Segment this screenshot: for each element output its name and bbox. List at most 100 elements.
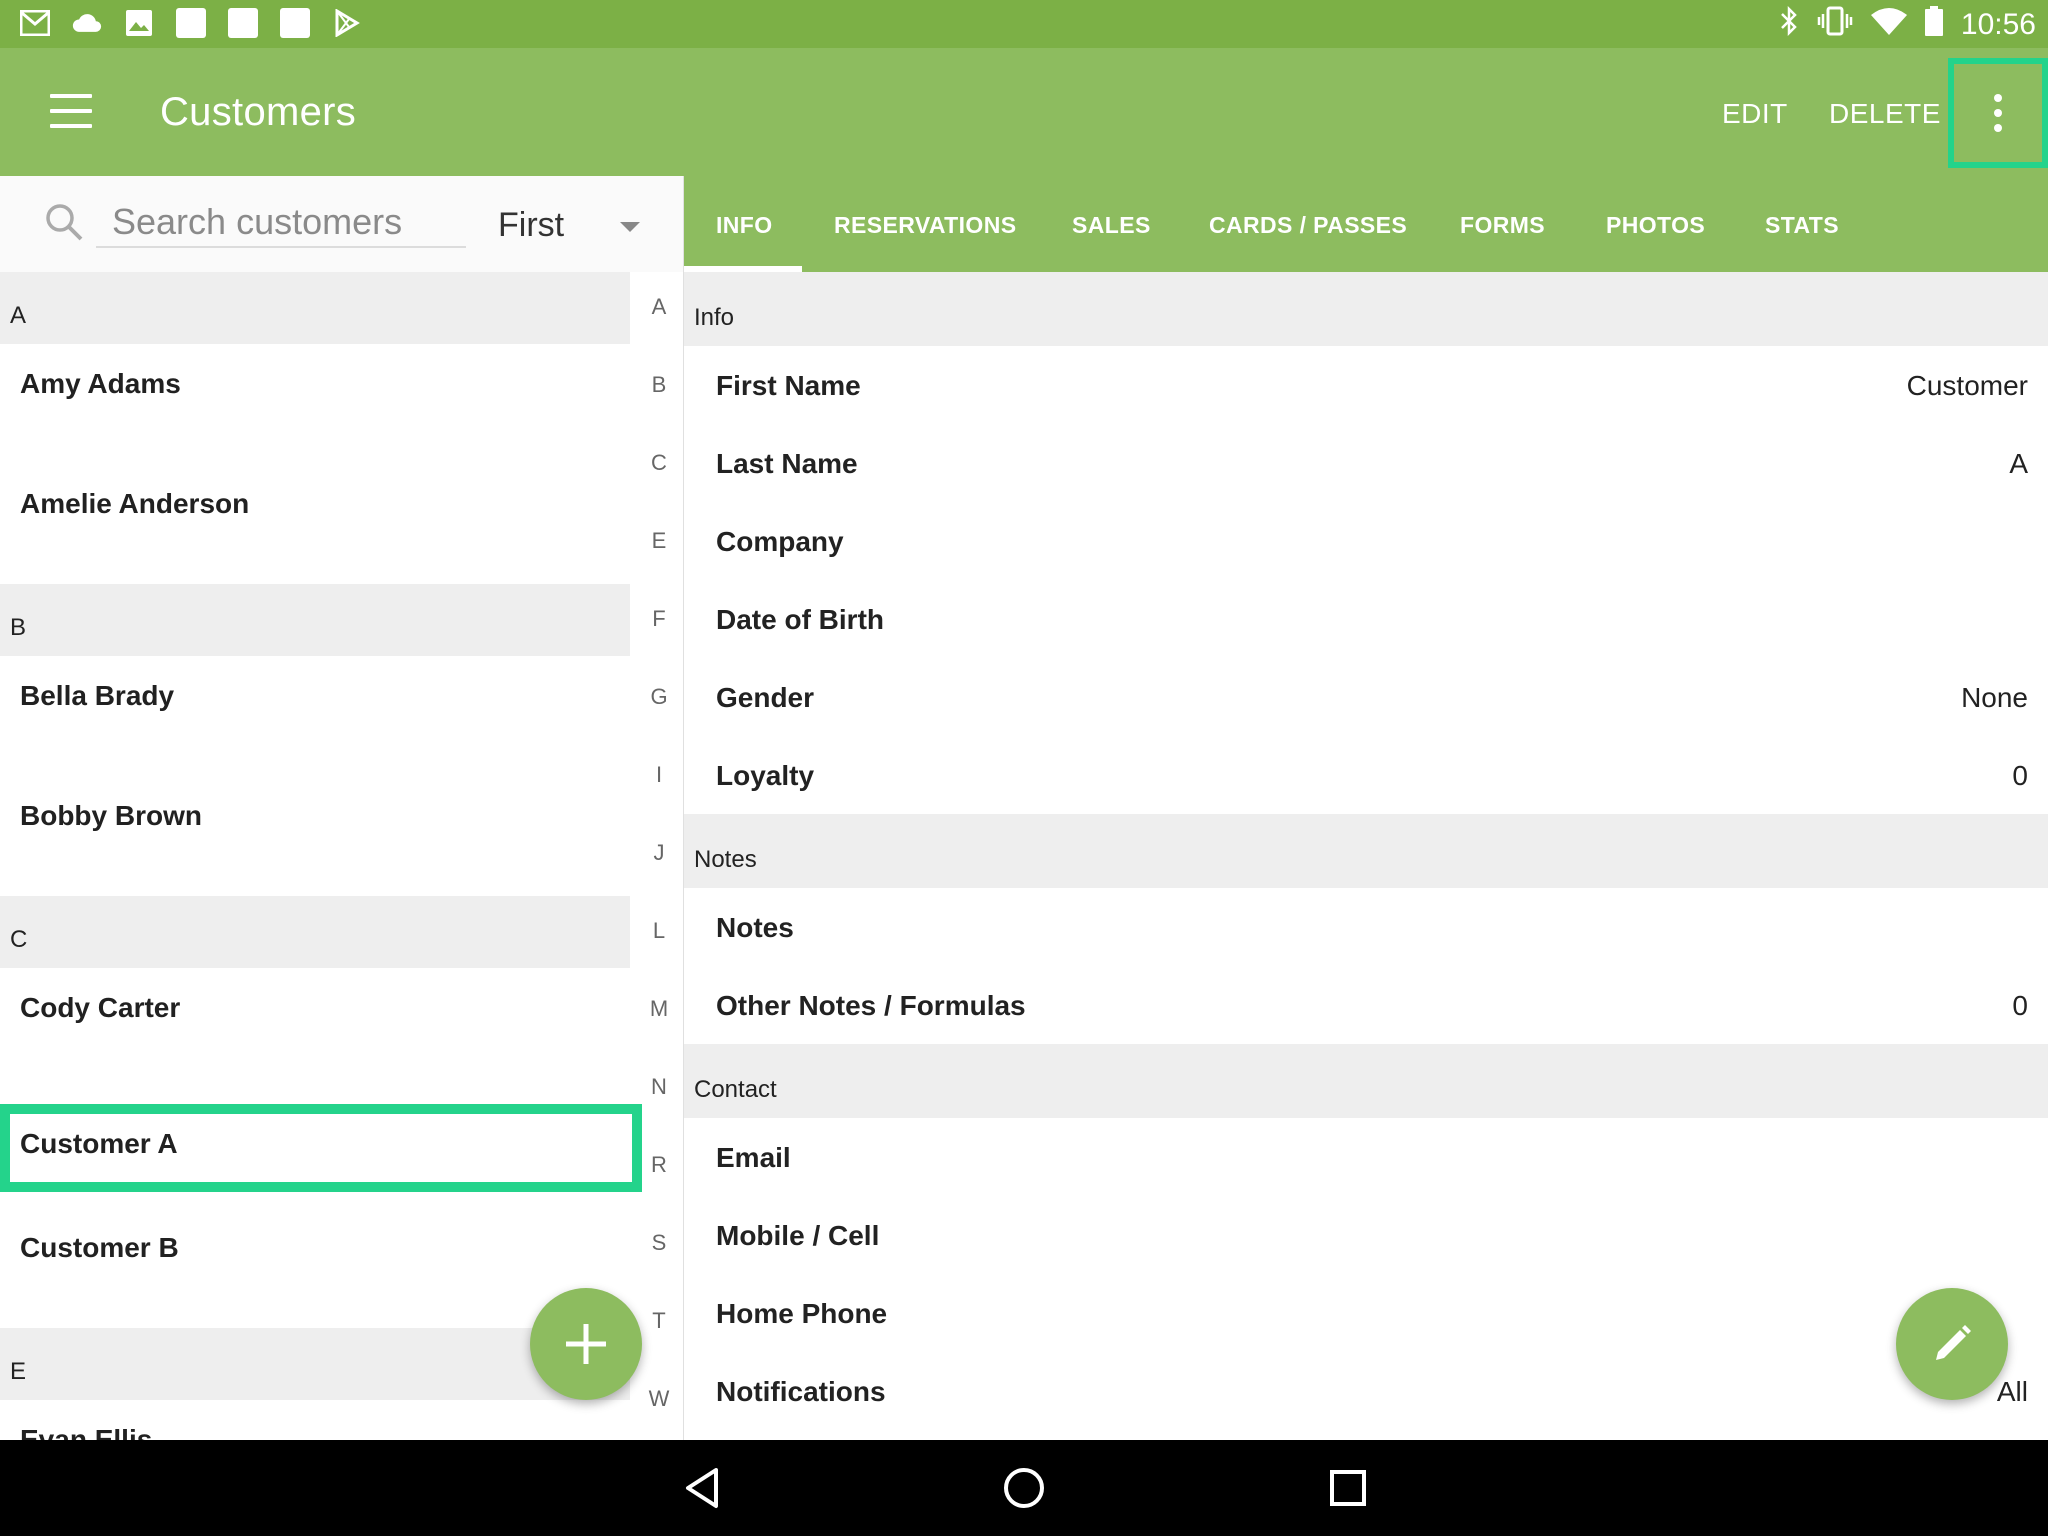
search-icon[interactable] [44,202,84,242]
list-item[interactable]: Customer B [0,1208,630,1328]
image-icon [124,8,154,38]
customer-name: Bobby Brown [20,800,202,831]
field-last-name[interactable]: Last Name A [684,424,2048,502]
detail-tabs: INFO RESERVATIONS SALES CARDS / PASSES F… [684,176,2048,272]
index-letter[interactable]: G [634,684,683,710]
index-letter[interactable]: J [634,840,683,866]
customer-list: A Amy Adams Amelie Anderson B Bella Brad… [0,272,642,1440]
blank-notification-icon [176,8,206,38]
section-header-contact: Contact [684,1044,2048,1118]
delete-button[interactable]: DELETE [1829,98,1941,130]
field-value: None [1961,682,2028,713]
status-bar: 10:56 [0,0,2048,48]
customer-detail: Info First Name Customer Last Name A Compa… [684,272,2048,1440]
field-mobile[interactable]: Mobile / Cell [684,1196,2048,1274]
list-item[interactable]: Cody Carter [0,968,630,1088]
app-bar: Customers EDIT DELETE [0,48,2048,176]
index-letter[interactable]: S [634,1230,683,1256]
section-title: Info [694,304,735,331]
menu-icon[interactable] [50,94,92,128]
navigation-bar [0,1440,2048,1536]
bluetooth-icon [1779,5,1799,44]
field-label: First Name [716,370,861,401]
section-letter: A [10,302,27,329]
list-item[interactable]: Evan Ellis [0,1400,630,1440]
field-gender[interactable]: Gender None [684,658,2048,736]
index-letter[interactable]: T [634,1308,683,1334]
index-letter[interactable]: M [634,996,683,1022]
field-label: Notes [716,912,794,943]
index-letter[interactable]: W [634,1386,683,1412]
index-letter[interactable]: A [634,294,683,320]
field-company[interactable]: Company [684,502,2048,580]
customer-list-panel: First A Amy Adams Amelie Anderson B Bell… [0,176,684,1440]
section-title: Notes [694,846,757,873]
sort-dropdown[interactable]: First [480,206,660,250]
section-header: B [0,584,630,656]
list-item[interactable]: Amy Adams [0,344,630,464]
field-value: 0 [2012,990,2028,1021]
field-date-of-birth[interactable]: Date of Birth [684,580,2048,658]
recents-icon[interactable] [1322,1462,1374,1514]
field-label: Notifications [716,1376,886,1407]
home-icon[interactable] [998,1462,1050,1514]
index-letter[interactable]: B [634,372,683,398]
field-value: Customer [1906,370,2028,401]
add-customer-button[interactable] [530,1288,642,1400]
field-label: Last Name [716,448,858,479]
notification-icons [20,8,362,38]
list-item[interactable]: Bobby Brown [0,776,630,896]
system-status: 10:56 [1779,5,2036,44]
tab-reservations[interactable]: RESERVATIONS [834,212,1016,239]
section-header-notes: Notes [684,814,2048,888]
list-item[interactable]: Amelie Anderson [0,464,630,584]
section-title: Contact [694,1076,777,1103]
back-icon[interactable] [676,1462,728,1514]
field-label: Other Notes / Formulas [716,990,1026,1021]
field-other-notes[interactable]: Other Notes / Formulas 0 [684,966,2048,1044]
edit-button[interactable]: EDIT [1722,98,1788,130]
field-label: Gender [716,682,815,713]
clock: 10:56 [1960,8,2036,41]
alphabet-index[interactable]: A B C E F G I J L M N R S T W [634,272,683,1440]
tab-forms[interactable]: FORMS [1460,212,1545,239]
list-item[interactable]: Bella Brady [0,656,630,776]
field-label: Mobile / Cell [716,1220,880,1251]
field-home-phone[interactable]: Home Phone [684,1274,2048,1352]
more-options-icon[interactable] [1948,58,2048,168]
section-letter: E [10,1358,27,1385]
search-input[interactable] [96,198,466,248]
edit-customer-button[interactable] [1896,1288,2008,1400]
section-header: A [0,272,630,344]
customer-name: Amelie Anderson [20,488,250,519]
customer-name: Customer B [20,1232,179,1263]
field-email[interactable]: Email [684,1118,2048,1196]
customer-name: Evan Ellis [20,1424,153,1440]
list-item-selected[interactable]: Customer A [0,1104,642,1192]
tab-sales[interactable]: SALES [1072,212,1151,239]
index-letter[interactable]: L [634,918,683,944]
index-letter[interactable]: F [634,606,683,632]
plus-icon [566,1324,606,1364]
customer-name: Cody Carter [20,992,181,1023]
field-loyalty[interactable]: Loyalty 0 [684,736,2048,814]
field-first-name[interactable]: First Name Customer [684,346,2048,424]
section-letter: C [10,926,28,953]
index-letter[interactable]: N [634,1074,683,1100]
index-letter[interactable]: I [634,762,683,788]
tab-info[interactable]: INFO [716,212,773,239]
field-notifications[interactable]: Notifications All [684,1352,2048,1430]
cloud-icon [72,8,102,38]
tab-stats[interactable]: STATS [1765,212,1839,239]
index-letter[interactable]: E [634,528,683,554]
tab-photos[interactable]: PHOTOS [1606,212,1705,239]
section-header: C [0,896,630,968]
tab-cards-passes[interactable]: CARDS / PASSES [1209,212,1407,239]
dropdown-arrow-icon [620,222,640,232]
section-letter: B [10,614,27,641]
field-notes[interactable]: Notes [684,888,2048,966]
index-letter[interactable]: R [634,1152,683,1178]
index-letter[interactable]: C [634,450,683,476]
page-title: Customers [160,90,357,134]
field-value: 0 [2012,760,2028,791]
